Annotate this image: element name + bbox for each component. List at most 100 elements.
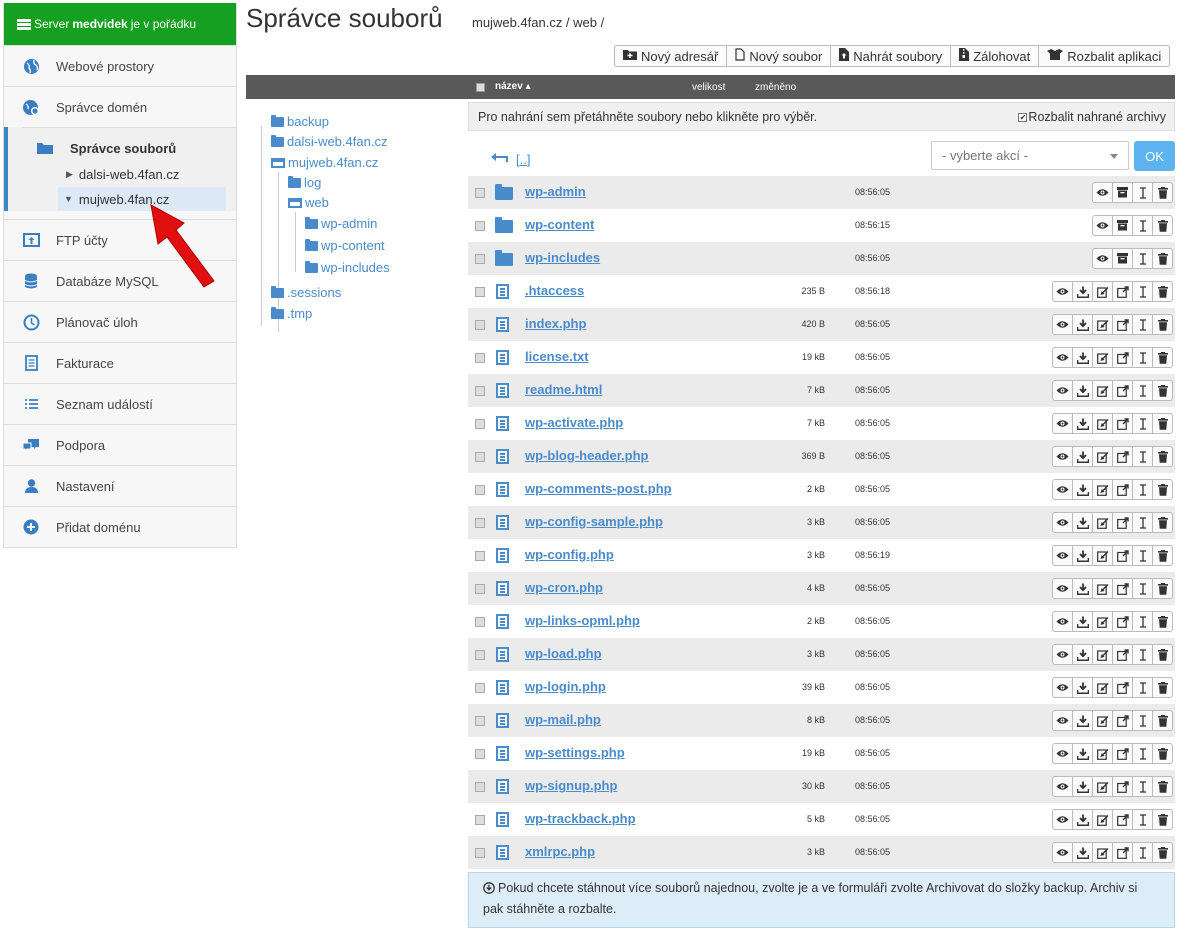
row-checkbox[interactable]: [475, 221, 485, 231]
rename-button[interactable]: [1132, 347, 1153, 368]
unpack-application-button[interactable]: Rozbalit aplikaci: [1038, 45, 1171, 67]
view-button[interactable]: [1052, 611, 1073, 632]
file-row[interactable]: .htaccess 235 B 08:56:18: [468, 275, 1175, 308]
edit-button[interactable]: [1092, 314, 1113, 335]
rename-button[interactable]: [1132, 677, 1153, 698]
view-button[interactable]: [1052, 644, 1073, 665]
parent-directory-link[interactable]: [..]: [490, 150, 530, 168]
rename-button[interactable]: [1132, 644, 1153, 665]
edit-button[interactable]: [1092, 413, 1113, 434]
sidebar-item-support[interactable]: Podpora: [4, 424, 236, 465]
download-button[interactable]: [1072, 347, 1093, 368]
file-row[interactable]: wp-blog-header.php 369 B 08:56:05: [468, 440, 1175, 473]
file-name-link[interactable]: license.txt: [525, 349, 589, 364]
row-checkbox[interactable]: [475, 782, 485, 792]
rename-button[interactable]: [1132, 248, 1153, 269]
rename-button[interactable]: [1132, 413, 1153, 434]
row-checkbox[interactable]: [475, 452, 485, 462]
open-button[interactable]: [1112, 479, 1133, 500]
rename-button[interactable]: [1132, 380, 1153, 401]
file-name-link[interactable]: .htaccess: [525, 283, 584, 298]
open-button[interactable]: [1112, 314, 1133, 335]
file-name-link[interactable]: wp-comments-post.php: [525, 481, 672, 496]
row-checkbox[interactable]: [475, 320, 485, 330]
delete-button[interactable]: [1152, 809, 1173, 830]
row-checkbox[interactable]: [475, 815, 485, 825]
tree-item-backup[interactable]: backup: [271, 114, 329, 129]
file-name-link[interactable]: wp-content: [525, 217, 594, 232]
sidebar-item-file-manager[interactable]: Správce souborů ▶ dalsi-web.4fan.cz ▼ mu…: [4, 127, 236, 211]
edit-button[interactable]: [1092, 809, 1113, 830]
archive-button[interactable]: [1112, 215, 1133, 236]
file-row[interactable]: wp-admin 08:56:05: [468, 176, 1175, 209]
delete-button[interactable]: [1152, 248, 1173, 269]
edit-button[interactable]: [1092, 479, 1113, 500]
open-button[interactable]: [1112, 281, 1133, 302]
file-row[interactable]: wp-login.php 39 kB 08:56:05: [468, 671, 1175, 704]
download-button[interactable]: [1072, 611, 1093, 632]
edit-button[interactable]: [1092, 710, 1113, 731]
sidebar-item-billing[interactable]: Fakturace: [4, 342, 236, 383]
rename-button[interactable]: [1132, 776, 1153, 797]
view-button[interactable]: [1052, 413, 1073, 434]
bulk-action-select[interactable]: - vyberte akcí -: [931, 141, 1129, 170]
download-button[interactable]: [1072, 545, 1093, 566]
file-row[interactable]: wp-activate.php 7 kB 08:56:05: [468, 407, 1175, 440]
file-row[interactable]: readme.html 7 kB 08:56:05: [468, 374, 1175, 407]
tree-item-sessions[interactable]: .sessions: [271, 285, 341, 300]
delete-button[interactable]: [1152, 512, 1173, 533]
row-checkbox[interactable]: [475, 848, 485, 858]
file-row[interactable]: wp-config-sample.php 3 kB 08:56:05: [468, 506, 1175, 539]
edit-button[interactable]: [1092, 347, 1113, 368]
sidebar-item-web-spaces[interactable]: Webové prostory: [4, 45, 236, 86]
view-button[interactable]: [1052, 479, 1073, 500]
delete-button[interactable]: [1152, 182, 1173, 203]
delete-button[interactable]: [1152, 314, 1173, 335]
view-button[interactable]: [1052, 512, 1073, 533]
view-button[interactable]: [1052, 677, 1073, 698]
rename-button[interactable]: [1132, 314, 1153, 335]
open-button[interactable]: [1112, 380, 1133, 401]
rename-button[interactable]: [1132, 215, 1153, 236]
download-button[interactable]: [1072, 776, 1093, 797]
rename-button[interactable]: [1132, 545, 1153, 566]
row-checkbox[interactable]: [475, 254, 485, 264]
row-checkbox[interactable]: [475, 518, 485, 528]
tree-item-web[interactable]: web: [288, 195, 329, 210]
download-button[interactable]: [1072, 446, 1093, 467]
sidebar-item-settings[interactable]: Nastavení: [4, 465, 236, 506]
select-all-checkbox[interactable]: [476, 83, 485, 92]
view-button[interactable]: [1052, 809, 1073, 830]
view-button[interactable]: [1052, 281, 1073, 302]
edit-button[interactable]: [1092, 545, 1113, 566]
view-button[interactable]: [1052, 545, 1073, 566]
open-button[interactable]: [1112, 611, 1133, 632]
new-directory-button[interactable]: Nový adresář: [614, 45, 728, 67]
rename-button[interactable]: [1132, 743, 1153, 764]
backup-button[interactable]: Zálohovat: [950, 45, 1040, 67]
file-row[interactable]: wp-load.php 3 kB 08:56:05: [468, 638, 1175, 671]
tree-item-log[interactable]: log: [288, 175, 321, 190]
file-name-link[interactable]: wp-cron.php: [525, 580, 603, 595]
rename-button[interactable]: [1132, 182, 1153, 203]
view-button[interactable]: [1092, 182, 1113, 203]
rename-button[interactable]: [1132, 842, 1153, 863]
file-name-link[interactable]: wp-activate.php: [525, 415, 623, 430]
file-row[interactable]: wp-links-opml.php 2 kB 08:56:05: [468, 605, 1175, 638]
file-name-link[interactable]: wp-mail.php: [525, 712, 601, 727]
file-row[interactable]: wp-signup.php 30 kB 08:56:05: [468, 770, 1175, 803]
download-button[interactable]: [1072, 380, 1093, 401]
rename-button[interactable]: [1132, 710, 1153, 731]
file-row[interactable]: wp-config.php 3 kB 08:56:19: [468, 539, 1175, 572]
file-name-link[interactable]: wp-config.php: [525, 547, 614, 562]
breadcrumb[interactable]: mujweb.4fan.cz / web /: [472, 15, 604, 30]
download-button[interactable]: [1072, 743, 1093, 764]
edit-button[interactable]: [1092, 842, 1113, 863]
file-name-link[interactable]: wp-includes: [525, 250, 600, 265]
view-button[interactable]: [1092, 248, 1113, 269]
sidebar-item-add-domain[interactable]: Přidat doménu: [4, 506, 236, 547]
open-button[interactable]: [1112, 644, 1133, 665]
download-button[interactable]: [1072, 578, 1093, 599]
sidebar-subitem-dalsi-web[interactable]: ▶ dalsi-web.4fan.cz: [42, 162, 226, 186]
edit-button[interactable]: [1092, 446, 1113, 467]
